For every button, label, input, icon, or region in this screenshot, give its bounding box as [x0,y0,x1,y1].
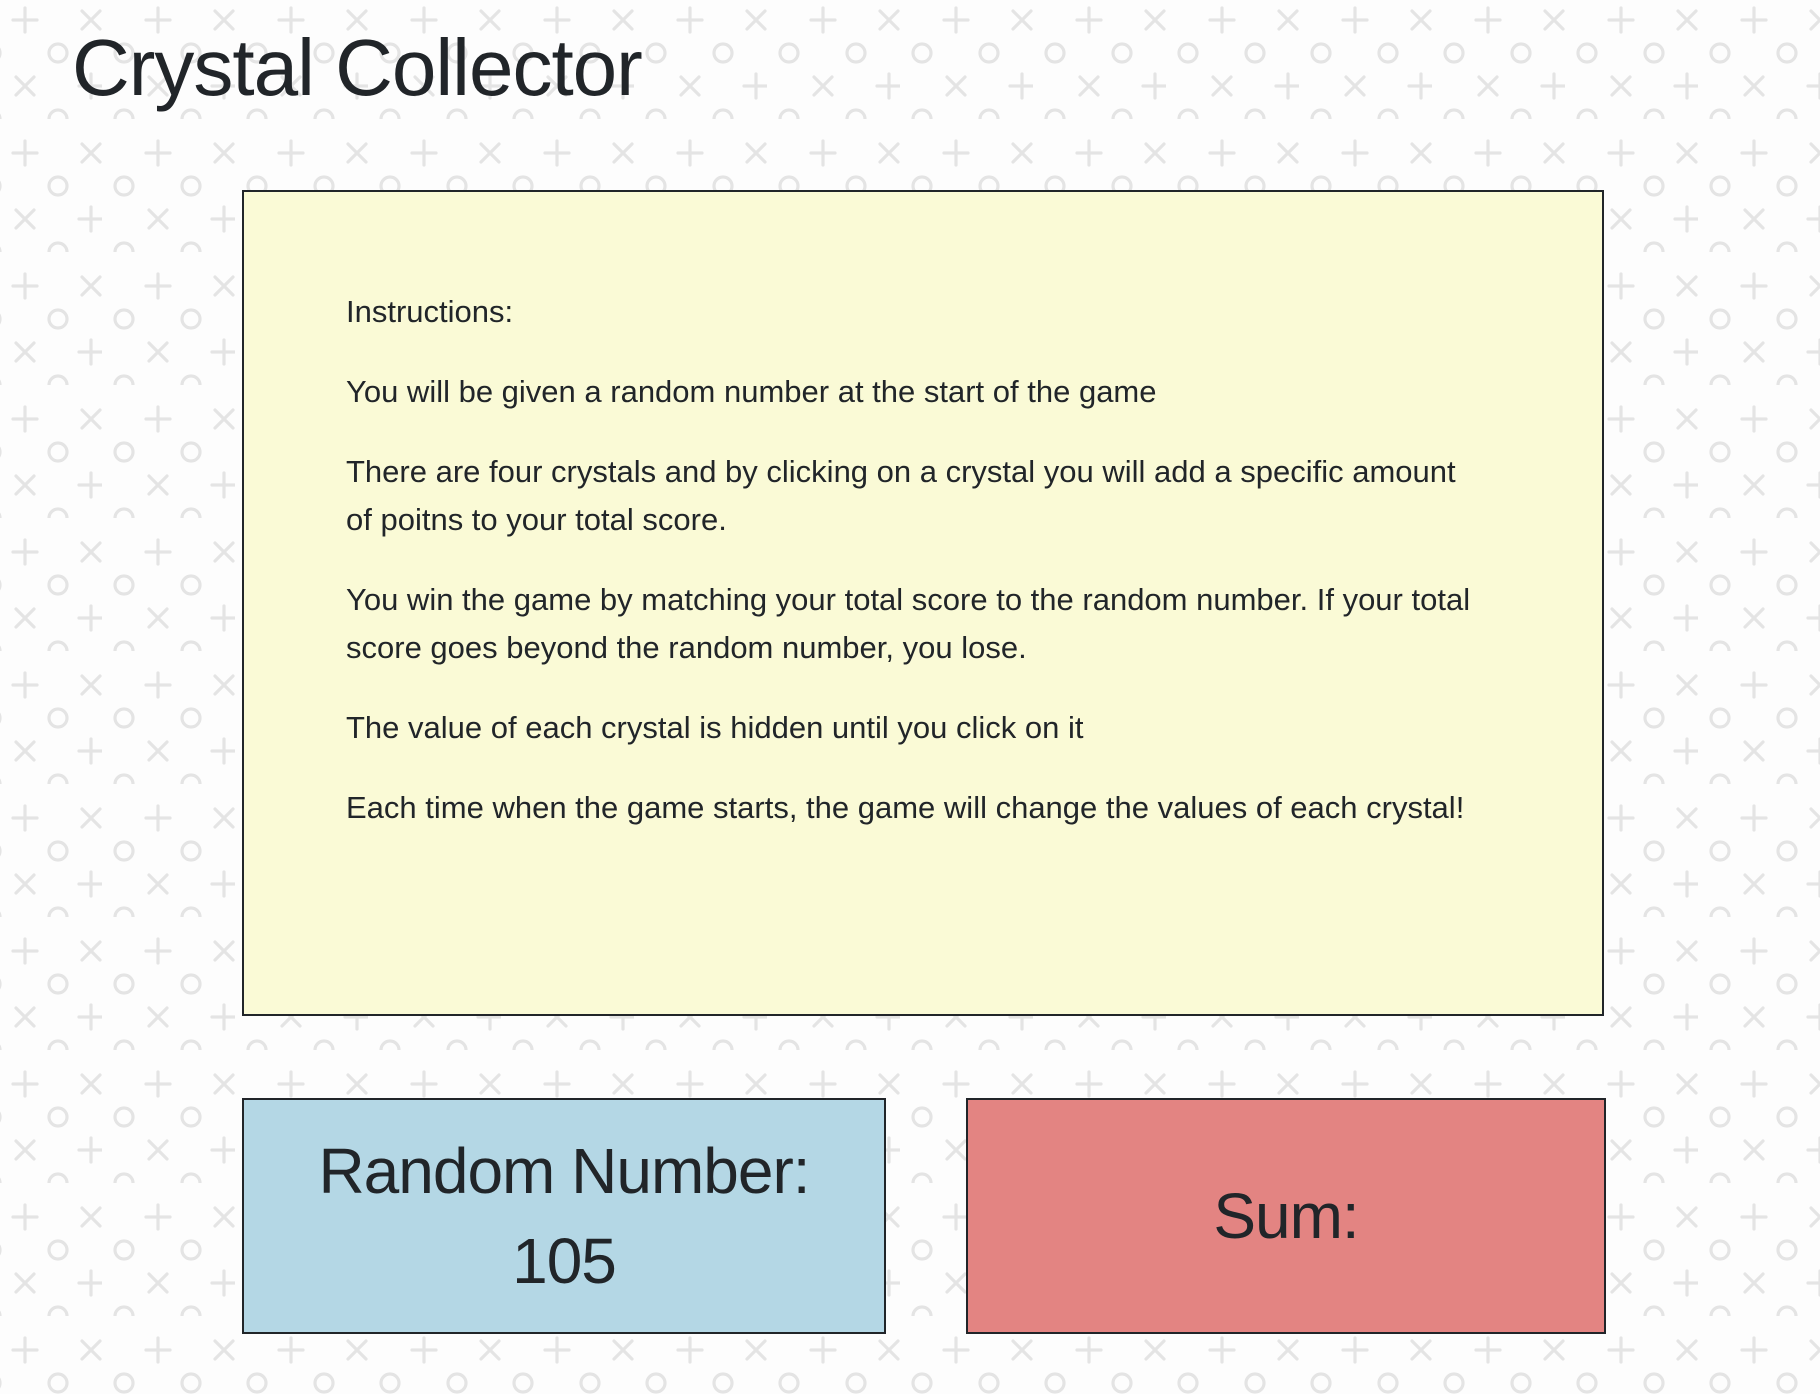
random-number-box: Random Number: 105 [242,1098,886,1334]
instructions-heading: Instructions: [346,294,514,329]
instruction-values-change: Each time when the game starts, the game… [346,790,1465,825]
page-title: Crystal Collector [72,23,643,112]
instruction-win-condition: You win the game by matching your total … [346,582,1471,665]
instruction-crystals: There are four crystals and by clicking … [346,454,1456,537]
random-number-value: 105 [512,1225,617,1297]
sum-label: Sum: [1213,1180,1359,1252]
sum-box: Sum: [966,1098,1606,1334]
random-number-label: Random Number: [318,1135,810,1207]
instructions-panel: Instructions: You will be given a random… [242,190,1604,1016]
instruction-random-number: You will be given a random number at the… [346,374,1157,409]
instruction-hidden-values: The value of each crystal is hidden unti… [346,710,1084,745]
